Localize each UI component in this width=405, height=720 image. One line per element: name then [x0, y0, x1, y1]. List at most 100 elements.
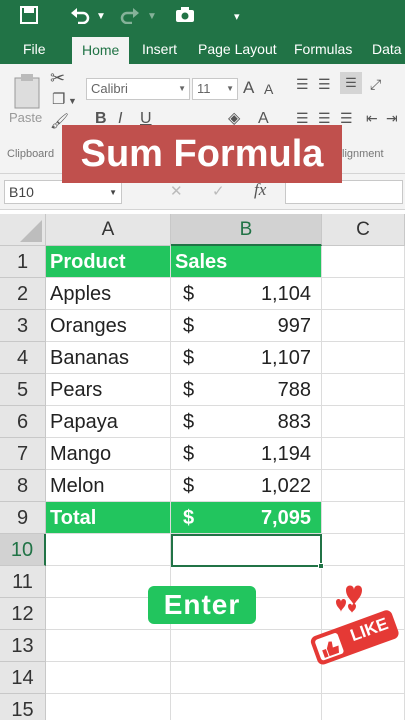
row-header-7[interactable]: 7 [0, 438, 46, 470]
cell-a4[interactable]: Bananas [46, 342, 171, 374]
redo-icon[interactable] [120, 6, 140, 29]
confirm-icon[interactable]: ✓ [212, 182, 225, 200]
cell-c2[interactable] [322, 278, 405, 310]
cell-b14[interactable] [171, 662, 322, 694]
cell-a9[interactable]: Total [46, 502, 171, 534]
name-box-value: B10 [9, 184, 34, 200]
row-header-12[interactable]: 12 [0, 598, 46, 630]
row-header-13[interactable]: 13 [0, 630, 46, 662]
tab-insert[interactable]: Insert [142, 34, 177, 64]
amount-value: 1,022 [260, 475, 311, 497]
row-header-2[interactable]: 2 [0, 278, 46, 310]
tab-formulas[interactable]: Formulas [294, 34, 352, 64]
cell-b13[interactable] [171, 630, 322, 662]
ribbon-tabs: File Home Insert Page Layout Formulas Da… [0, 34, 405, 64]
cell-a2[interactable]: Apples [46, 278, 171, 310]
cell-b2[interactable]: $1,104 [171, 278, 322, 310]
orientation-icon[interactable]: ⤢ [370, 76, 381, 93]
cell-a5[interactable]: Pears [46, 374, 171, 406]
cell-b3[interactable]: $997 [171, 310, 322, 342]
column-header-b[interactable]: B [171, 214, 322, 246]
quick-access-toolbar: ▼ ▼ ▾ [0, 0, 405, 34]
row-header-9[interactable]: 9 [0, 502, 46, 534]
fill-handle[interactable] [318, 563, 324, 569]
cell-a13[interactable] [46, 630, 171, 662]
row-header-5[interactable]: 5 [0, 374, 46, 406]
function-icon[interactable]: fx [254, 180, 266, 200]
cell-a3[interactable]: Oranges [46, 310, 171, 342]
active-cell-b10[interactable] [171, 534, 324, 569]
cell-c3[interactable] [322, 310, 405, 342]
cancel-icon[interactable]: ✕ [170, 182, 183, 200]
customize-icon[interactable]: ▾ [234, 6, 240, 28]
copy-icon[interactable]: ❐ [52, 90, 65, 108]
row-header-14[interactable]: 14 [0, 662, 46, 694]
cell-a15[interactable] [46, 694, 171, 720]
cell-b8[interactable]: $1,022 [171, 470, 322, 502]
row-header-15[interactable]: 15 [0, 694, 46, 720]
cell-c14[interactable] [322, 662, 405, 694]
clipboard-group-label: Clipboard [7, 148, 55, 160]
cell-b9[interactable]: $7,095 [171, 502, 322, 534]
cell-c6[interactable] [322, 406, 405, 438]
camera-icon[interactable] [175, 6, 195, 29]
increase-indent-icon[interactable]: ⇥ [386, 110, 398, 127]
cell-b4[interactable]: $1,107 [171, 342, 322, 374]
font-size-box[interactable]: 11 ▼ [192, 78, 238, 100]
like-badge: LIKE [306, 576, 402, 666]
copy-dropdown-icon[interactable]: ▼ [68, 96, 77, 106]
decrease-indent-icon[interactable]: ⇤ [366, 110, 378, 127]
cell-c8[interactable] [322, 470, 405, 502]
font-name-box[interactable]: Calibri ▼ [86, 78, 190, 100]
cell-b5[interactable]: $788 [171, 374, 322, 406]
tab-page-layout[interactable]: Page Layout [198, 34, 277, 64]
column-header-a[interactable]: A [46, 214, 171, 246]
tab-file[interactable]: File [23, 34, 46, 64]
row-header-4[interactable]: 4 [0, 342, 46, 374]
cell-b7[interactable]: $1,194 [171, 438, 322, 470]
cut-icon[interactable]: ✂ [50, 68, 65, 89]
font-name-value: Calibri [91, 81, 128, 96]
row-header-3[interactable]: 3 [0, 310, 46, 342]
align-top-icon[interactable]: ☰ [296, 76, 309, 93]
amount-value: 1,104 [260, 283, 311, 305]
name-box[interactable]: B10 ▼ [4, 180, 122, 204]
cell-c10[interactable] [322, 534, 405, 566]
row-header-1[interactable]: 1 [0, 246, 46, 278]
align-bottom-icon[interactable]: ☰ [340, 72, 362, 94]
column-header-c[interactable]: C [322, 214, 405, 246]
chevron-down-icon: ▼ [178, 84, 186, 93]
cell-a10[interactable] [46, 534, 171, 566]
row-header-11[interactable]: 11 [0, 566, 46, 598]
undo-icon[interactable] [70, 6, 90, 29]
decrease-font-icon[interactable]: A [264, 81, 273, 97]
cell-b1[interactable]: Sales [171, 246, 322, 278]
increase-font-icon[interactable]: A [243, 78, 254, 98]
redo-dropdown-icon[interactable]: ▼ [147, 6, 157, 28]
cell-b15[interactable] [171, 694, 322, 720]
row-header-10[interactable]: 10 [0, 534, 46, 566]
row-header-6[interactable]: 6 [0, 406, 46, 438]
select-all-corner[interactable] [0, 214, 46, 246]
formula-input[interactable] [285, 180, 403, 204]
cell-a7[interactable]: Mango [46, 438, 171, 470]
tab-data[interactable]: Data [372, 34, 402, 64]
save-icon[interactable] [20, 6, 38, 29]
cell-c7[interactable] [322, 438, 405, 470]
cell-a1[interactable]: Product [46, 246, 171, 278]
paste-icon[interactable] [12, 72, 46, 115]
cell-c4[interactable] [322, 342, 405, 374]
cell-a8[interactable]: Melon [46, 470, 171, 502]
cell-b6[interactable]: $883 [171, 406, 322, 438]
font-size-value: 11 [197, 81, 211, 96]
cell-c9[interactable] [322, 502, 405, 534]
cell-c5[interactable] [322, 374, 405, 406]
cell-a14[interactable] [46, 662, 171, 694]
cell-c15[interactable] [322, 694, 405, 720]
tab-home[interactable]: Home [72, 37, 130, 64]
align-middle-icon[interactable]: ☰ [318, 76, 331, 93]
cell-c1[interactable] [322, 246, 405, 278]
row-header-8[interactable]: 8 [0, 470, 46, 502]
cell-a6[interactable]: Papaya [46, 406, 171, 438]
undo-dropdown-icon[interactable]: ▼ [96, 6, 106, 28]
